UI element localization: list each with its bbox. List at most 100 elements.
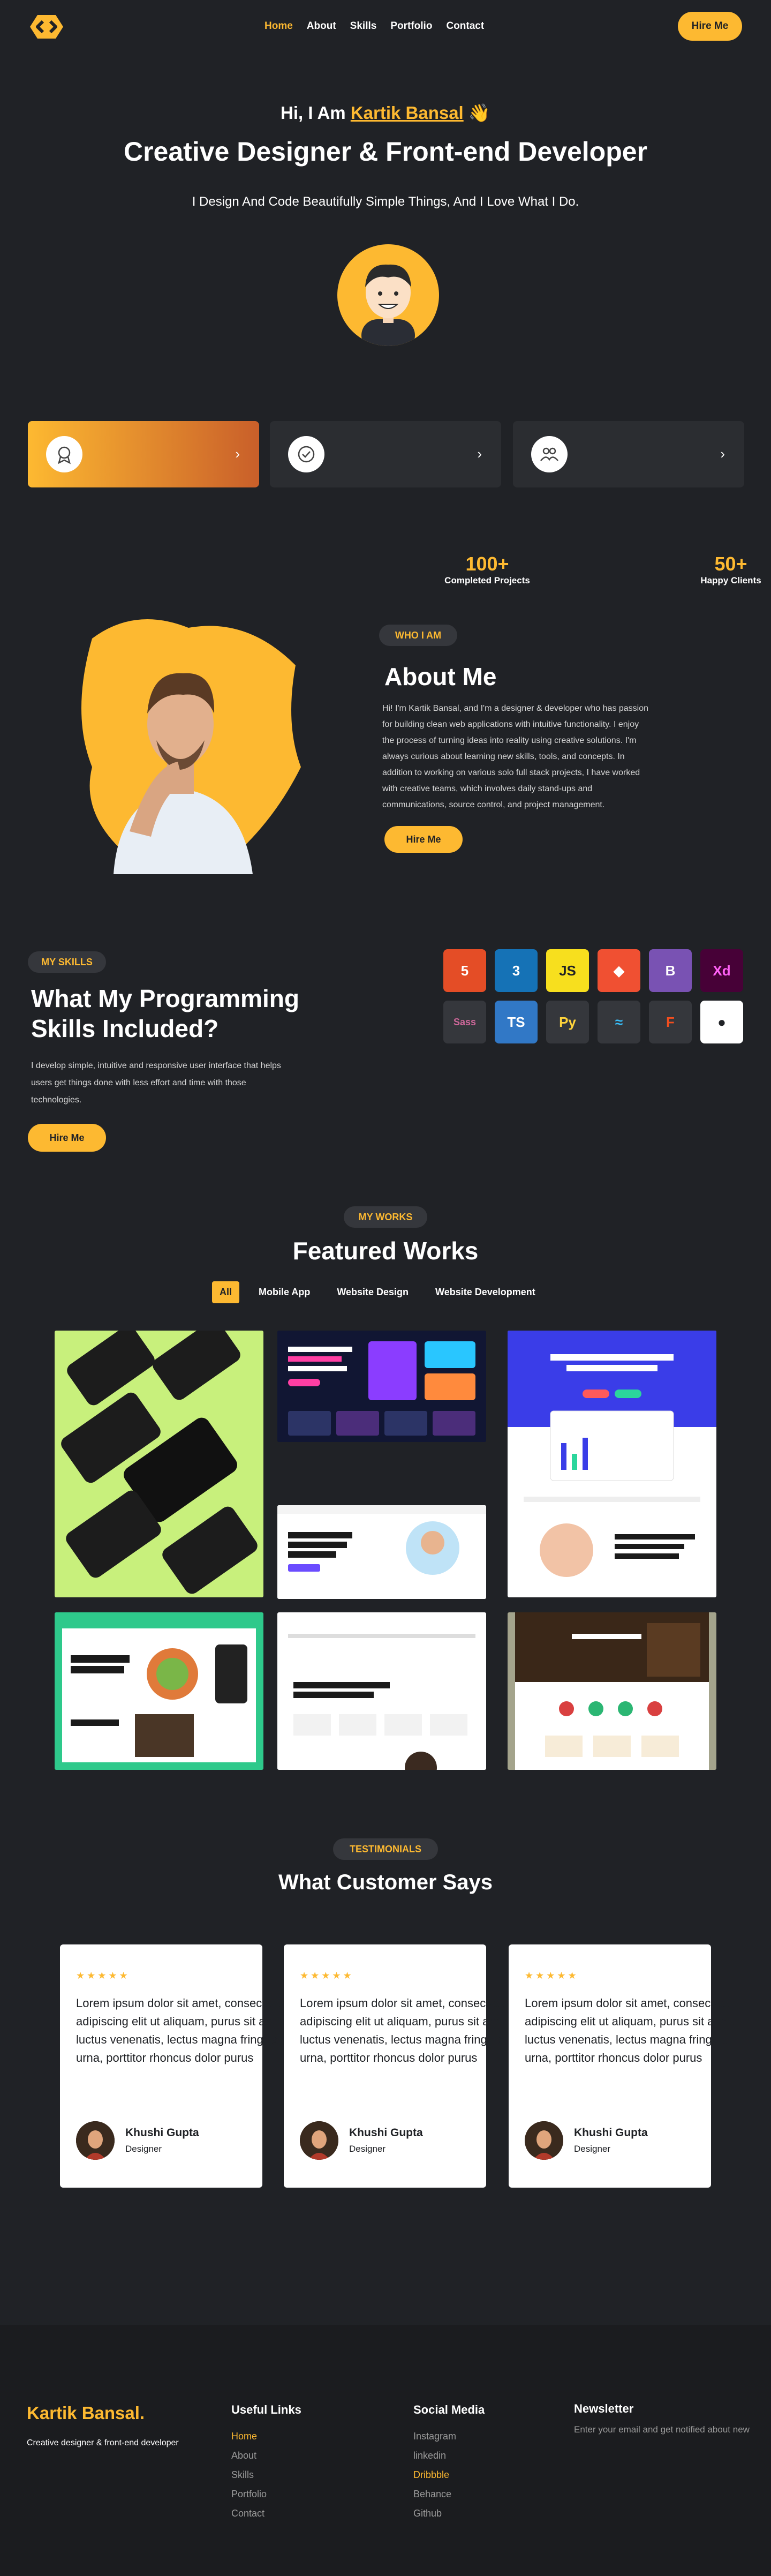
- hero-subtitle: I Design And Code Beautifully Simple Thi…: [192, 194, 579, 209]
- author-role: Designer: [125, 2144, 162, 2154]
- testimonial-card: ★★★★★ Lorem ipsum dolor sit amet, consect…: [284, 1944, 509, 2188]
- rating-stars: ★★★★★: [525, 1970, 579, 1981]
- footer-link-portfolio[interactable]: Portfolio: [231, 2484, 267, 2504]
- chevron-right-icon: ›: [720, 446, 725, 462]
- filter-website-design[interactable]: Website Design: [329, 1281, 416, 1303]
- skills-text: I develop simple, intuitive and responsi…: [31, 1061, 281, 1105]
- avatar: [525, 2121, 563, 2160]
- skills-pill: MY SKILLS: [28, 951, 106, 973]
- social-link-behance[interactable]: Behance: [413, 2484, 456, 2504]
- nav-item-about[interactable]: About: [307, 20, 336, 32]
- chevron-right-icon: ›: [477, 446, 482, 462]
- useful-links-title: Useful Links: [231, 2403, 301, 2416]
- footer-link-about[interactable]: About: [231, 2446, 267, 2465]
- testimonial-quote: Lorem ipsum dolor sit amet, consectetur …: [76, 1996, 286, 2064]
- testimonial-quote: Lorem ipsum dolor sit amet, consectetur …: [525, 1996, 735, 2064]
- main-nav: Home About Skills Portfolio Contact: [264, 20, 484, 32]
- nav-item-skills[interactable]: Skills: [350, 20, 377, 32]
- figma-icon: F: [649, 1001, 692, 1043]
- skills-hire-button[interactable]: Hire Me: [28, 1124, 106, 1152]
- filter-mobile-app[interactable]: Mobile App: [251, 1281, 318, 1303]
- works-title: Featured Works: [292, 1237, 479, 1265]
- check-badge-icon: [288, 436, 324, 472]
- nav-item-home[interactable]: Home: [264, 20, 293, 32]
- footer-link-home[interactable]: Home: [231, 2427, 267, 2446]
- nav-item-contact[interactable]: Contact: [446, 20, 484, 32]
- work-thumb-library-site[interactable]: [508, 1612, 716, 1770]
- newsletter-title: Newsletter: [574, 2402, 634, 2415]
- author-name: Khushi Gupta: [349, 2127, 423, 2139]
- testimonial-author: Khushi Gupta Designer: [76, 2121, 199, 2160]
- author-name: Khushi Gupta: [125, 2127, 199, 2139]
- badge-icon: [46, 436, 82, 472]
- author-role: Designer: [349, 2144, 386, 2154]
- social-link-dribbble[interactable]: Dribbble: [413, 2465, 456, 2484]
- python-icon: Py: [546, 1001, 589, 1043]
- git-icon: ◆: [598, 949, 640, 992]
- adobe-xd-icon: Xd: [700, 949, 743, 992]
- filter-website-development[interactable]: Website Development: [428, 1281, 543, 1303]
- avatar: [76, 2121, 115, 2160]
- css3-icon: 3: [495, 949, 538, 992]
- about-pill: WHO I AM: [379, 625, 457, 646]
- stat-number: 50+: [714, 553, 747, 575]
- footer: [0, 2325, 771, 2576]
- works-pill: MY WORKS: [344, 1206, 427, 1228]
- work-thumb-social-growth[interactable]: [277, 1505, 486, 1599]
- footer-brand[interactable]: Kartik Bansal.: [27, 2403, 145, 2423]
- service-card-3[interactable]: ›: [513, 421, 744, 487]
- newsletter-text: Enter your email and get notified about …: [574, 2424, 750, 2435]
- hero-avatar: [337, 244, 439, 346]
- work-thumb-nft-site[interactable]: [277, 1331, 486, 1442]
- chevron-right-icon: ›: [235, 446, 240, 462]
- service-card-1[interactable]: ›: [28, 421, 259, 487]
- sass-icon: Sass: [443, 1001, 486, 1043]
- useful-links-list: Home About Skills Portfolio Contact: [231, 2427, 267, 2523]
- footer-link-contact[interactable]: Contact: [231, 2504, 267, 2523]
- testimonial-quote: Lorem ipsum dolor sit amet, consectetur …: [300, 1996, 510, 2064]
- hero-greeting: Hi, I Am Kartik Bansal 👋: [0, 103, 771, 124]
- stat-label: Completed Projects: [444, 575, 530, 585]
- filter-all[interactable]: All: [212, 1281, 240, 1303]
- footer-link-skills[interactable]: Skills: [231, 2465, 267, 2484]
- team-icon: [531, 436, 568, 472]
- footer-tagline: Creative designer & front-end developer: [27, 2438, 179, 2447]
- service-card-2[interactable]: ›: [270, 421, 501, 487]
- about-portrait: [71, 606, 301, 874]
- testimonial-card: ★★★★★ Lorem ipsum dolor sit amet, consect…: [60, 1944, 285, 2188]
- social-media-list: Instagram linkedin Dribbble Behance Gith…: [413, 2427, 456, 2523]
- github-icon: ●: [700, 1001, 743, 1043]
- testimonials-title: What Customer Says: [278, 1871, 493, 1894]
- social-link-instagram[interactable]: Instagram: [413, 2427, 456, 2446]
- author-name: Khushi Gupta: [574, 2127, 648, 2139]
- greeting-text: Hi, I Am: [281, 103, 346, 123]
- work-thumb-crypto-portfolio[interactable]: [508, 1331, 716, 1597]
- social-link-github[interactable]: Github: [413, 2504, 456, 2523]
- stat-clients: 50+ Happy Clients: [696, 553, 766, 586]
- stat-number: 100+: [465, 553, 509, 575]
- testimonial-author: Khushi Gupta Designer: [300, 2121, 423, 2160]
- about-title: About Me: [384, 663, 497, 690]
- work-thumb-food-house[interactable]: [55, 1612, 263, 1770]
- typescript-icon: TS: [495, 1001, 538, 1043]
- hero-title: Creative Designer & Front-end Developer: [123, 137, 648, 167]
- testimonial-card: ★★★★★ Lorem ipsum dolor sit amet, consect…: [509, 1944, 734, 2188]
- skills-title: What My Programming Skills Included?: [31, 985, 299, 1042]
- testimonials-pill: TESTIMONIALS: [333, 1838, 438, 1860]
- nav-item-portfolio[interactable]: Portfolio: [390, 20, 432, 32]
- works-filters: All Mobile App Website Design Website De…: [212, 1281, 543, 1303]
- work-thumb-mobile-app[interactable]: [55, 1331, 263, 1597]
- social-media-title: Social Media: [413, 2403, 485, 2416]
- logo[interactable]: [28, 13, 65, 41]
- skills-grid: 5 3 JS ◆ B Xd Sass TS Py ≈ F ●: [443, 949, 743, 1046]
- rating-stars: ★★★★★: [300, 1970, 354, 1981]
- about-hire-button[interactable]: Hire Me: [384, 826, 463, 853]
- rating-stars: ★★★★★: [76, 1970, 130, 1981]
- avatar: [300, 2121, 338, 2160]
- work-thumb-social-platform[interactable]: [277, 1612, 486, 1770]
- html5-icon: 5: [443, 949, 486, 992]
- social-link-linkedin[interactable]: linkedin: [413, 2446, 456, 2465]
- stat-label: Happy Clients: [700, 575, 761, 585]
- hire-me-button[interactable]: Hire Me: [678, 12, 742, 41]
- hero-name: Kartik Bansal: [350, 103, 464, 123]
